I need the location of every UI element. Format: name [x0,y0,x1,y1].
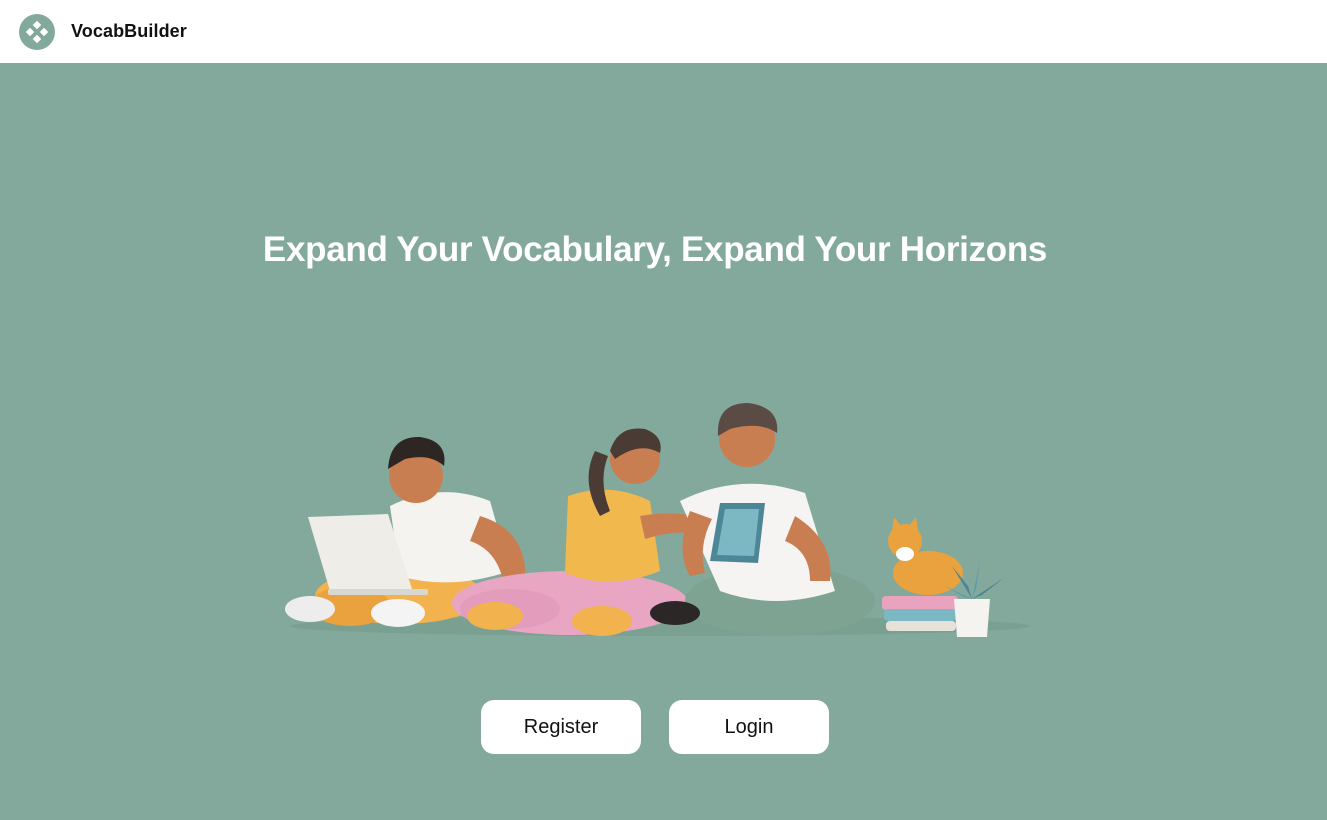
top-navbar: VocabBuilder [0,0,1327,63]
login-button[interactable]: Login [669,700,829,754]
hero-section: Expand Your Vocabulary, Expand Your Hori… [0,63,1327,820]
students-illustration [280,341,1040,641]
hero-headline: Expand Your Vocabulary, Expand Your Hori… [262,230,1048,269]
register-button[interactable]: Register [481,700,641,754]
logo-icon[interactable] [19,13,55,50]
cat-on-books-figure [882,517,963,631]
brand-name[interactable]: VocabBuilder [71,21,187,42]
